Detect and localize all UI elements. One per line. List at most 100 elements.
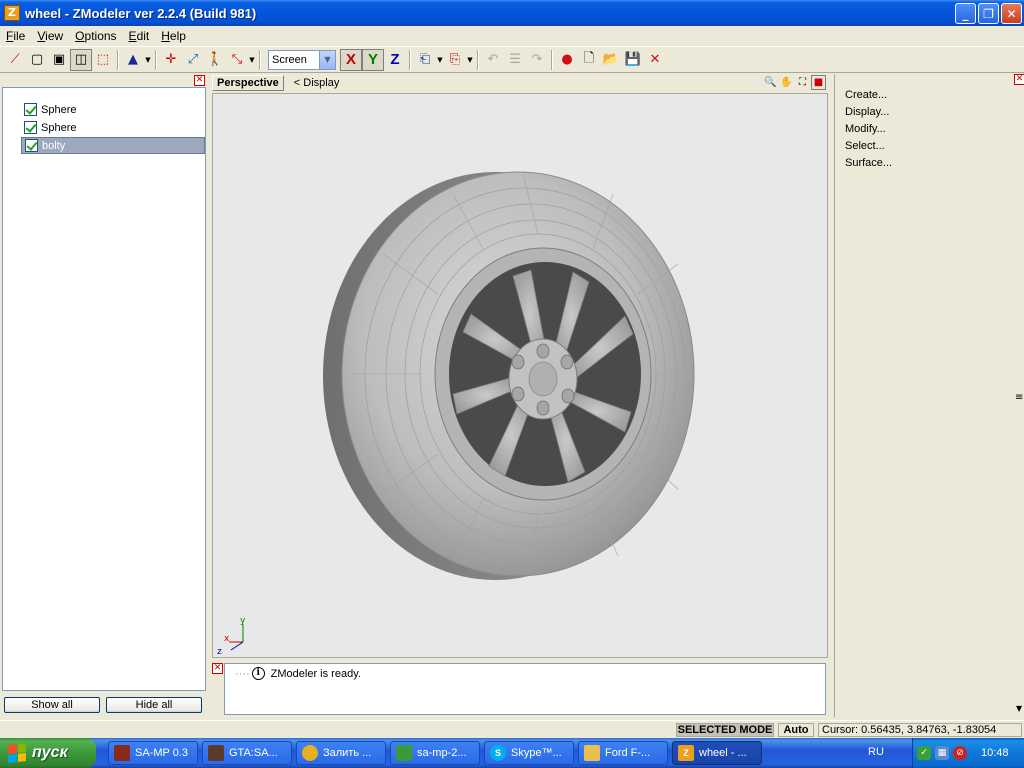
- show-all-button[interactable]: Show all: [4, 697, 100, 713]
- axis-y-toggle[interactable]: Y: [362, 48, 384, 71]
- start-button[interactable]: пуск: [0, 738, 96, 768]
- fit-view-icon[interactable]: ⛶: [795, 75, 810, 90]
- pan-hand-icon[interactable]: ✋: [779, 75, 794, 90]
- axis-z-toggle[interactable]: Z: [384, 49, 406, 71]
- close-panel-icon[interactable]: ✕: [1014, 74, 1024, 85]
- polygon-mode-icon[interactable]: ▢: [26, 49, 48, 71]
- hub-cap: [528, 361, 558, 397]
- toolbar-separator: [409, 49, 411, 70]
- object-mode-icon[interactable]: ▣: [48, 49, 70, 71]
- toolbar-separator: [477, 49, 479, 70]
- menu-file[interactable]: File: [0, 29, 31, 43]
- tree-item-label: bolty: [42, 139, 66, 152]
- scroll-down-icon[interactable]: ▼: [1016, 704, 1022, 713]
- tree-item[interactable]: Sphere: [21, 119, 205, 136]
- cursor-readout: Cursor: 0.56435, 3.84763, -1.83054: [818, 723, 1022, 737]
- shield-check-icon[interactable]: ✓: [917, 746, 931, 760]
- taskbar-item-gta[interactable]: GTA:SA...: [202, 741, 292, 765]
- taskbar-item-samp[interactable]: SA-MP 0.3: [108, 741, 198, 765]
- main-toolbar: ⟋ ▢ ▣ ◫ ⬚ ▲ ▼ ✛ ⤢ 🚶 ⤡ ▼ Screen ▼ X Y Z ⎗…: [0, 46, 1024, 73]
- taskbar-item-skype[interactable]: S Skype™...: [484, 741, 574, 765]
- undo-icon[interactable]: ↶: [482, 49, 504, 71]
- command-select[interactable]: Select...: [845, 140, 885, 152]
- new-file-icon[interactable]: 🗋: [578, 49, 600, 71]
- chevron-down-icon[interactable]: ▼: [319, 50, 335, 69]
- vertex-mode-icon[interactable]: ⟋: [4, 49, 26, 71]
- save-icon[interactable]: 💾: [622, 49, 644, 71]
- taskbar-item-zmodeler[interactable]: Z wheel - ...: [672, 741, 762, 765]
- image-viewer-icon: [396, 745, 412, 761]
- selection-mode-indicator[interactable]: SELECTED MODE: [676, 723, 774, 737]
- visibility-checkbox[interactable]: [25, 139, 38, 152]
- log-message: ZModeler is ready.: [270, 667, 361, 680]
- move-tool-icon[interactable]: ✛: [160, 49, 182, 71]
- command-panel: Create... Display... Modify... Select...…: [832, 74, 1024, 717]
- scale-tool-icon[interactable]: ⤡: [226, 49, 248, 71]
- taskbar-item-label: GTA:SA...: [229, 747, 278, 759]
- taskbar-item-label: sa-mp-2...: [417, 747, 467, 759]
- zoom-icon[interactable]: 🔍: [763, 75, 778, 90]
- close-panel-icon[interactable]: ✕: [194, 75, 205, 86]
- axis-x-toggle[interactable]: X: [340, 48, 362, 71]
- menu-view[interactable]: View: [31, 29, 69, 43]
- command-modify[interactable]: Modify...: [845, 123, 886, 135]
- viewport-header: Perspective < Display 🔍 ✋ ⛶ ■: [212, 74, 828, 92]
- toolbar-separator: [117, 49, 119, 70]
- menu-help[interactable]: Help: [155, 29, 192, 43]
- record-icon[interactable]: ●: [556, 49, 578, 71]
- export-icon[interactable]: ⎘: [444, 49, 466, 71]
- close-log-icon[interactable]: ✕: [212, 663, 223, 674]
- perspective-viewport[interactable]: x y z: [212, 93, 828, 658]
- tree-item-label: Sphere: [41, 121, 77, 134]
- open-folder-icon[interactable]: 📂: [600, 49, 622, 71]
- rotate-tool-icon[interactable]: ⤢: [182, 49, 204, 71]
- taskbar: пуск SA-MP 0.3 GTA:SA... Залить ... sa-m…: [0, 738, 1024, 768]
- splitter-grip-icon[interactable]: ≡: [1015, 392, 1023, 403]
- tree-buttons: Show all Hide all: [4, 697, 202, 713]
- close-button[interactable]: ✕: [1001, 3, 1022, 24]
- toolbar-separator: [551, 49, 553, 70]
- command-display[interactable]: Display...: [845, 106, 889, 118]
- minimize-button[interactable]: _: [955, 3, 976, 24]
- history-icon[interactable]: ☰: [504, 49, 526, 71]
- taskbar-item-browser[interactable]: Залить ...: [296, 741, 386, 765]
- delete-icon[interactable]: ✕: [644, 49, 666, 71]
- maximize-viewport-icon[interactable]: ■: [811, 75, 826, 90]
- network-icon[interactable]: ▦: [935, 746, 949, 760]
- pyramid-icon[interactable]: ▲: [122, 49, 144, 71]
- command-surface[interactable]: Surface...: [845, 157, 892, 169]
- auto-indicator[interactable]: Auto: [778, 723, 814, 737]
- blocked-icon[interactable]: ⊘: [953, 746, 967, 760]
- visibility-checkbox[interactable]: [24, 121, 37, 134]
- select-mode-icon[interactable]: ⬚: [92, 49, 114, 71]
- language-indicator[interactable]: RU: [868, 746, 884, 758]
- restore-button[interactable]: ❐: [978, 3, 999, 24]
- taskbar-item-image[interactable]: sa-mp-2...: [390, 741, 480, 765]
- zmodeler-app-icon[interactable]: Z: [4, 5, 20, 21]
- menu-options[interactable]: Options: [69, 29, 122, 43]
- dropdown-arrow-icon[interactable]: ▼: [248, 56, 256, 64]
- taskbar-item-folder[interactable]: Ford F-...: [578, 741, 668, 765]
- axis-gizmo: x y z: [217, 616, 246, 657]
- visibility-checkbox[interactable]: [24, 103, 37, 116]
- command-create[interactable]: Create...: [845, 89, 887, 101]
- walk-tool-icon[interactable]: 🚶: [204, 49, 226, 71]
- box-mode-icon[interactable]: ◫: [70, 48, 92, 71]
- taskbar-item-label: Skype™...: [511, 747, 562, 759]
- redo-icon[interactable]: ↷: [526, 49, 548, 71]
- coordinate-space-select[interactable]: Screen ▼: [268, 49, 336, 70]
- object-tree-panel: ✕ Sphere Sphere bolty Show all Hide all: [0, 74, 208, 717]
- message-log: ···· i ZModeler is ready.: [224, 663, 826, 715]
- tree-item-selected[interactable]: bolty: [21, 137, 205, 154]
- menu-edit[interactable]: Edit: [123, 29, 156, 43]
- hide-all-button[interactable]: Hide all: [106, 697, 202, 713]
- samp-icon: [114, 745, 130, 761]
- dropdown-arrow-icon[interactable]: ▼: [144, 56, 152, 64]
- tree-item[interactable]: Sphere: [21, 101, 205, 118]
- dropdown-arrow-icon[interactable]: ▼: [436, 56, 444, 64]
- import-icon[interactable]: ⎗: [414, 49, 436, 71]
- gta-icon: [208, 745, 224, 761]
- dropdown-arrow-icon[interactable]: ▼: [466, 56, 474, 64]
- display-menu-link[interactable]: < Display: [294, 77, 340, 89]
- viewport-name-tab[interactable]: Perspective: [212, 75, 284, 91]
